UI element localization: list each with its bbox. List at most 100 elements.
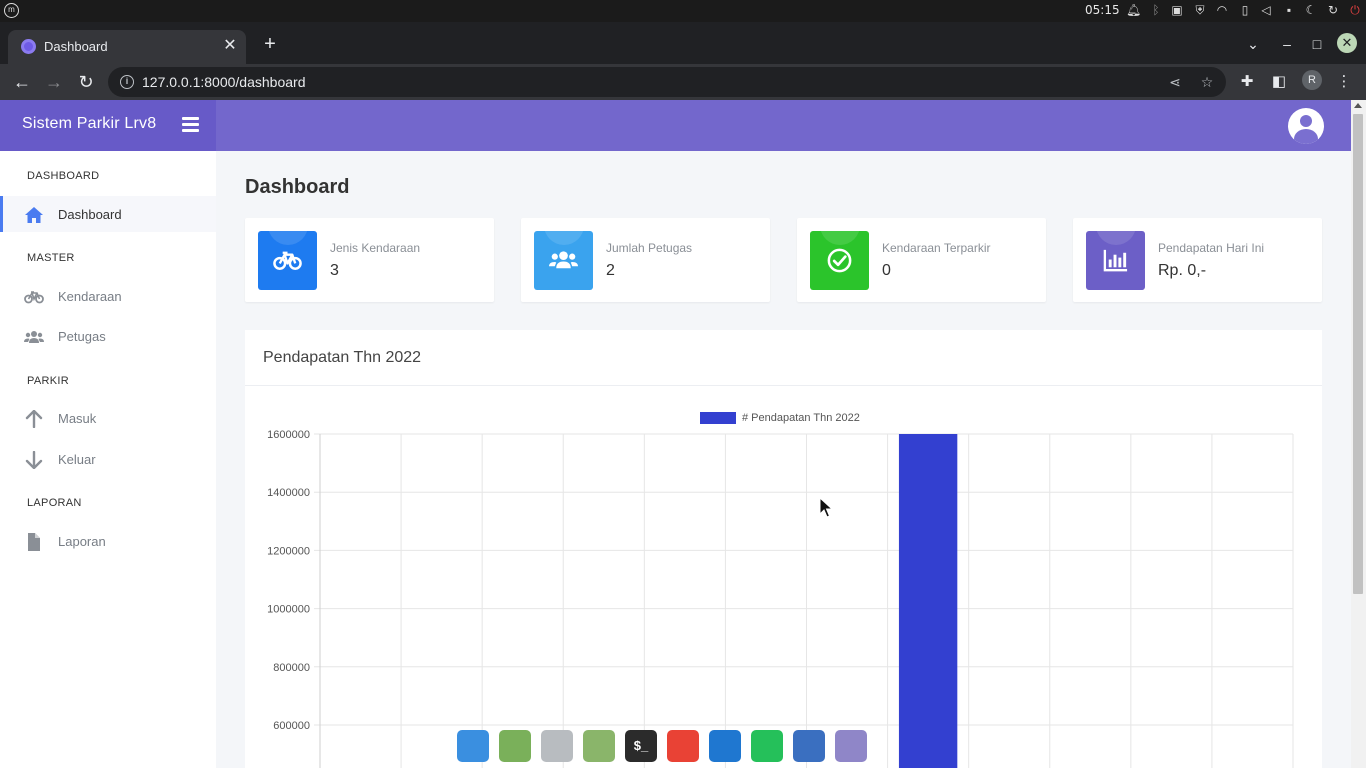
sidebar-heading-laporan: LAPORAN	[27, 497, 82, 509]
browser-tab-strip: Dashboard ✕ + ⌄ – □ ✕	[0, 22, 1366, 64]
bicycle-icon	[273, 251, 302, 270]
sidebar-item-laporan[interactable]: Laporan	[0, 523, 216, 559]
window-close-icon[interactable]: ✕	[1337, 33, 1357, 53]
y-tick-label: 600000	[273, 720, 310, 732]
sidebar-item-keluar[interactable]: Keluar	[0, 441, 216, 477]
os-clock[interactable]: 05:15	[1085, 3, 1120, 17]
users-icon	[549, 251, 578, 269]
sidebar-item-petugas[interactable]: Petugas	[0, 318, 216, 354]
top-header	[216, 100, 1351, 151]
new-tab-icon[interactable]: +	[260, 34, 280, 54]
bookmark-star-icon[interactable]: ☆	[1198, 73, 1216, 91]
sidebar-item-dashboard[interactable]: Dashboard	[0, 196, 216, 232]
bicycle-icon	[24, 291, 44, 304]
profile-avatar[interactable]: R	[1302, 70, 1322, 90]
lock-icon[interactable]: ▪	[1282, 3, 1296, 17]
text-editor-icon[interactable]	[835, 730, 867, 762]
forward-icon[interactable]: →	[42, 70, 66, 94]
minimize-icon[interactable]: –	[1277, 34, 1297, 54]
sidebar-item-label: Keluar	[58, 452, 96, 467]
desktop-dock: $_	[452, 724, 872, 768]
bar-chart-icon	[1103, 249, 1128, 272]
chart-card-title: Pendapatan Thn 2022	[263, 349, 422, 366]
brand-name[interactable]: Sistem Parkir Lrv8	[22, 115, 156, 133]
arrow-up-icon	[25, 410, 43, 428]
y-tick-label: 1200000	[267, 545, 310, 557]
chart-card: Pendapatan Thn 2022 1600000 1400000 120000…	[245, 330, 1322, 768]
spreadsheet-icon[interactable]	[583, 730, 615, 762]
sidebar-item-masuk[interactable]: Masuk	[0, 400, 216, 436]
wifi-icon[interactable]: ◠	[1215, 3, 1229, 17]
income-bar-chart[interactable]: 1600000 1400000 1200000 1000000 800000 600000…	[245, 386, 1322, 768]
whatsapp-icon[interactable]	[751, 730, 783, 762]
scroll-up-icon[interactable]	[1354, 103, 1362, 108]
info-box-label: Jumlah Petugas	[606, 241, 693, 255]
info-box-value: 2	[606, 262, 615, 279]
night-mode-icon[interactable]: ☾	[1304, 3, 1318, 17]
info-box-icon	[810, 231, 869, 290]
shield-icon[interactable]: ⛨	[1193, 3, 1207, 17]
url-text[interactable]: 127.0.0.1:8000/dashboard	[142, 74, 305, 90]
vscode-icon[interactable]	[709, 730, 741, 762]
extensions-icon[interactable]: ✚	[1237, 72, 1257, 92]
desktop-icon[interactable]	[457, 730, 489, 762]
reload-icon[interactable]: ↻	[74, 70, 98, 94]
address-bar[interactable]: i 127.0.0.1:8000/dashboard ⋖ ☆	[108, 67, 1226, 97]
os-menu-icon[interactable]: m	[4, 3, 19, 18]
y-tick-label: 1000000	[267, 604, 310, 616]
bluetooth-icon[interactable]: ᛒ	[1149, 3, 1163, 17]
terminal-icon[interactable]: $_	[625, 730, 657, 762]
info-box-label: Jenis Kendaraan	[330, 241, 421, 255]
folder-icon[interactable]	[499, 730, 531, 762]
share-icon[interactable]: ⋖	[1166, 73, 1184, 91]
info-box-pendapatan-hari-ini: Pendapatan Hari Ini Rp. 0,-	[1073, 218, 1322, 302]
info-box-icon	[1086, 231, 1145, 290]
check-circle-icon	[827, 248, 852, 273]
y-tick-label: 800000	[273, 662, 310, 674]
volume-icon[interactable]: ◁	[1259, 3, 1273, 17]
user-head-shape	[1300, 115, 1312, 127]
info-box-icon	[258, 231, 317, 290]
info-box-value: 0	[882, 262, 891, 279]
legend-label: # Pendapatan Thn 2022	[742, 412, 860, 424]
sidebar-item-label: Dashboard	[58, 207, 122, 222]
browser-toolbar: ← → ↻ i 127.0.0.1:8000/dashboard ⋖ ☆ ✚ ◧…	[0, 64, 1366, 100]
battery-icon[interactable]: ▯	[1238, 3, 1252, 17]
user-body-shape	[1294, 129, 1318, 144]
info-box-label: Kendaraan Terparkir	[882, 241, 991, 255]
sidebar: Sistem Parkir Lrv8 DASHBOARD Dashboard M…	[0, 100, 216, 768]
hamburger-menu-icon[interactable]	[182, 117, 199, 133]
sidebar-heading-dashboard: DASHBOARD	[27, 170, 100, 182]
power-icon[interactable]: ⏻	[1348, 3, 1362, 17]
users-icon	[24, 331, 44, 343]
info-box-icon	[534, 231, 593, 290]
arrow-down-icon	[25, 451, 43, 469]
settings-toggle-icon[interactable]	[541, 730, 573, 762]
info-box-label: Pendapatan Hari Ini	[1158, 241, 1265, 255]
site-info-icon[interactable]: i	[120, 75, 134, 89]
page-scrollbar[interactable]	[1351, 100, 1366, 768]
maximize-icon[interactable]: □	[1307, 34, 1327, 54]
y-tick-label: 1400000	[267, 487, 310, 499]
sidebar-item-kendaraan[interactable]: Kendaraan	[0, 278, 216, 314]
scroll-thumb[interactable]	[1353, 114, 1363, 594]
chrome-icon[interactable]	[667, 730, 699, 762]
sidebar-heading-master: MASTER	[27, 252, 75, 264]
side-panel-icon[interactable]: ◧	[1269, 72, 1289, 92]
info-box-jenis-kendaraan: Jenis Kendaraan 3	[245, 218, 494, 302]
refresh-icon[interactable]: ↻	[1326, 3, 1340, 17]
home-icon	[25, 207, 43, 223]
user-avatar[interactable]	[1288, 108, 1324, 144]
info-box-value: Rp. 0,-	[1158, 262, 1207, 279]
os-top-bar: m 05:15 🔔︎ ᛒ ▣ ⛨ ◠ ▯ ◁ ▪ ☾ ↻ ⏻	[0, 0, 1366, 22]
tab-search-icon[interactable]: ⌄	[1243, 34, 1263, 54]
tasks-icon[interactable]	[793, 730, 825, 762]
notification-bell-icon[interactable]: 🔔︎	[1126, 3, 1141, 17]
back-icon[interactable]: ←	[10, 70, 34, 94]
legend-swatch	[700, 412, 736, 424]
browser-menu-icon[interactable]: ⋮	[1334, 72, 1354, 92]
tab-favicon-icon	[21, 39, 36, 54]
tab-close-icon[interactable]: ✕	[222, 36, 238, 56]
clipboard-icon[interactable]: ▣	[1170, 3, 1184, 17]
browser-tab[interactable]: Dashboard ✕	[8, 30, 246, 64]
